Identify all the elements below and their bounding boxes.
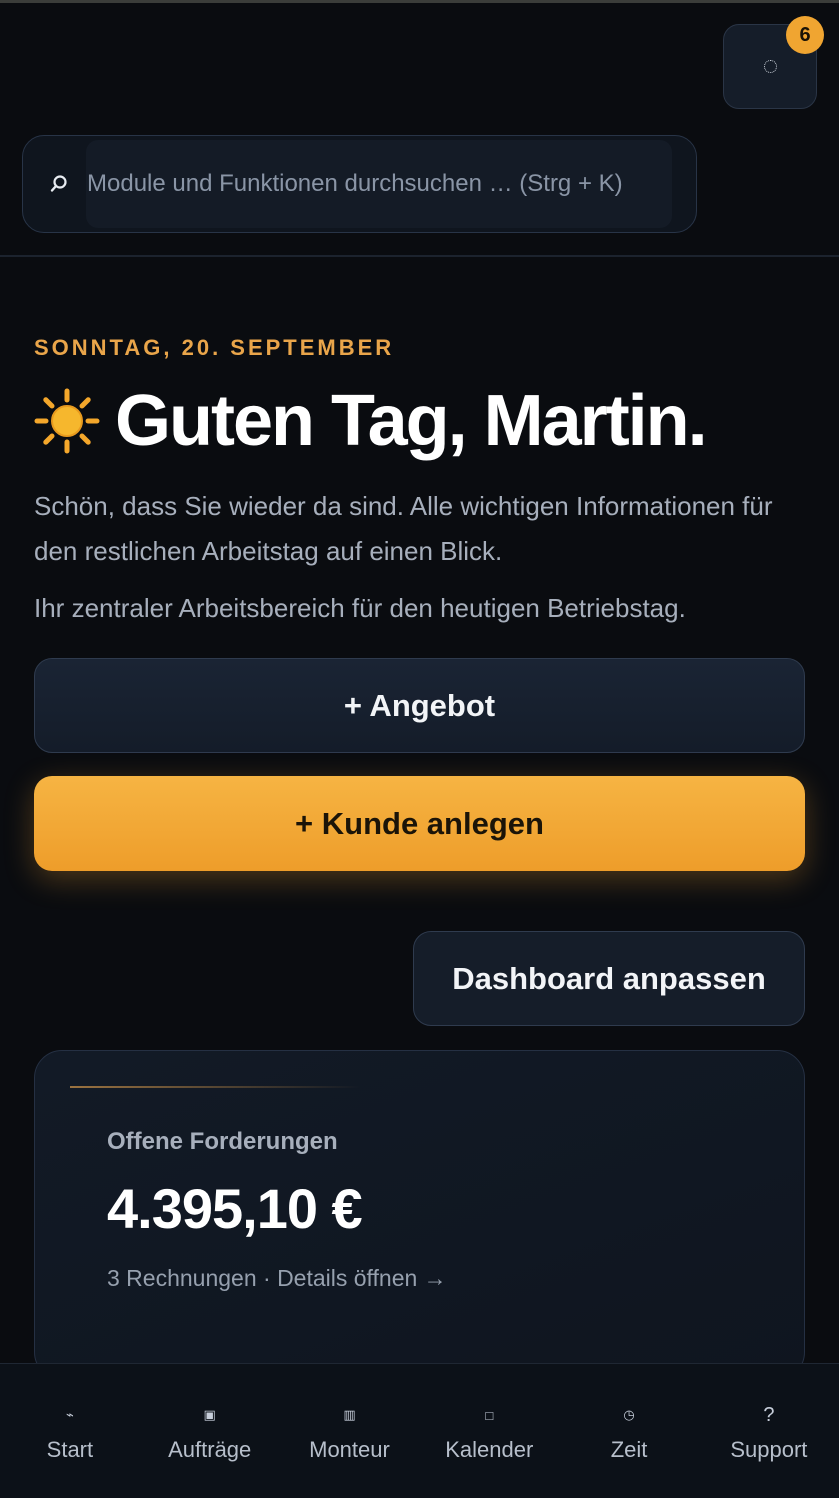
customize-dashboard-button[interactable]: Dashboard anpassen xyxy=(413,931,805,1026)
open-receivables-card[interactable]: Offene Forderungen 4.395,10 € 3 Rechnung… xyxy=(34,1050,805,1380)
greeting-description: Ihr zentraler Arbeitsbereich für den heu… xyxy=(34,593,686,623)
nav-item-orders[interactable]: ▣ Aufträge xyxy=(140,1364,280,1498)
greeting-subtitle: Schön, dass Sie wieder da sind. Alle wic… xyxy=(34,491,773,566)
bottom-nav: ⌁ Start ▣ Aufträge ▥ Monteur □ Kalender … xyxy=(0,1363,839,1498)
new-offer-button[interactable]: + Angebot xyxy=(34,658,805,753)
search-input[interactable]: Module und Funktionen durchsuchen … (Str… xyxy=(86,140,672,228)
greeting-title: Guten Tag, Martin. xyxy=(115,381,708,461)
activity-icon: ⌁ xyxy=(65,1407,74,1422)
add-customer-button[interactable]: + Kunde anlegen xyxy=(34,776,805,871)
card-details-link[interactable]: 3 Rechnungen · Details öffnen → xyxy=(107,1265,447,1292)
nav-label: Kalender xyxy=(445,1437,534,1462)
top-border xyxy=(0,0,839,3)
nav-item-support[interactable]: ? Support xyxy=(699,1364,839,1498)
clock-icon: ◷ xyxy=(623,1407,635,1422)
nav-label: Start xyxy=(46,1437,94,1462)
search-bar[interactable]: Module und Funktionen durchsuchen … (Str… xyxy=(22,135,697,233)
nav-item-technician[interactable]: ▥ Monteur xyxy=(280,1364,420,1498)
nav-item-calendar[interactable]: □ Kalender xyxy=(419,1364,559,1498)
nav-item-start[interactable]: ⌁ Start xyxy=(0,1364,140,1498)
technician-icon: ▥ xyxy=(343,1407,356,1422)
nav-label: Monteur xyxy=(309,1437,390,1462)
nav-label: Support xyxy=(730,1437,808,1462)
card-amount: 4.395,10 € xyxy=(107,1177,363,1240)
nav-item-time[interactable]: ◷ Zeit xyxy=(559,1364,699,1498)
calendar-icon: □ xyxy=(485,1407,494,1423)
nav-label: Aufträge xyxy=(168,1437,252,1462)
card-accent-line xyxy=(70,1086,360,1088)
header-divider xyxy=(0,255,839,257)
loading-ring-icon xyxy=(763,60,777,73)
nav-label: Zeit xyxy=(610,1437,648,1462)
card-title: Offene Forderungen xyxy=(107,1128,338,1155)
search-icon xyxy=(50,175,67,192)
sun-icon xyxy=(34,388,100,454)
notification-badge: 6 xyxy=(786,16,824,54)
orders-icon: ▣ xyxy=(203,1407,216,1422)
help-icon: ? xyxy=(763,1403,775,1426)
app: 6 Module und Funktionen durchsuchen … (S… xyxy=(0,0,839,1498)
date-label: SONNTAG, 20. SEPTEMBER xyxy=(34,335,395,360)
